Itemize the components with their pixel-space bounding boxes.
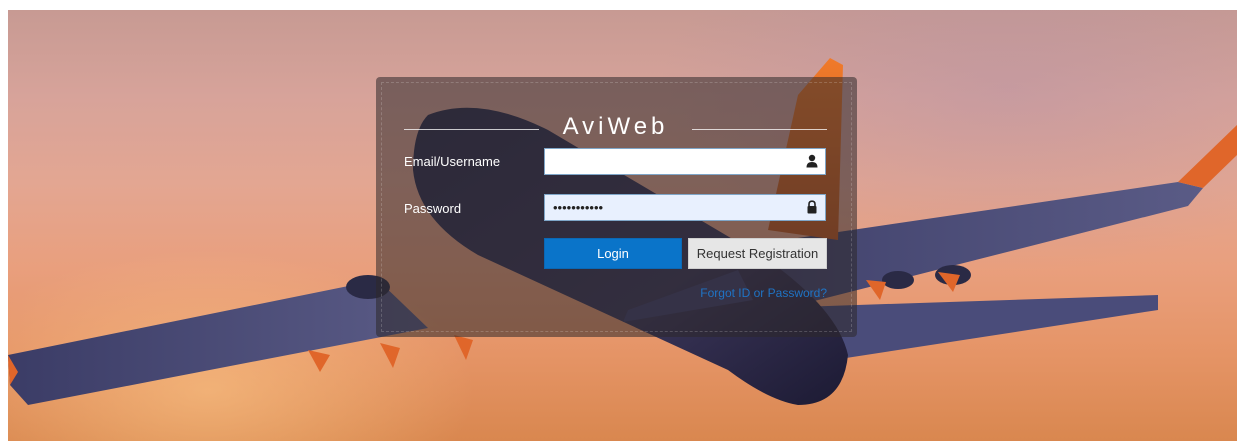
- password-label: Password: [404, 201, 462, 216]
- password-input[interactable]: [545, 195, 797, 220]
- username-input[interactable]: [545, 149, 797, 174]
- request-registration-button[interactable]: Request Registration: [688, 238, 827, 269]
- user-icon: [806, 154, 818, 168]
- login-panel: AviWeb Email/Username Password Login Req…: [376, 77, 857, 337]
- title-divider-right: [692, 129, 827, 130]
- forgot-credentials-link[interactable]: Forgot ID or Password?: [700, 286, 827, 300]
- username-label: Email/Username: [404, 154, 501, 169]
- page: AviWeb Email/Username Password Login Req…: [0, 0, 1245, 441]
- brand-header: AviWeb: [404, 113, 827, 145]
- lock-icon: [807, 200, 817, 214]
- app-title: AviWeb: [562, 113, 669, 140]
- login-button[interactable]: Login: [544, 238, 682, 269]
- password-field[interactable]: [544, 194, 826, 221]
- username-field[interactable]: [544, 148, 826, 175]
